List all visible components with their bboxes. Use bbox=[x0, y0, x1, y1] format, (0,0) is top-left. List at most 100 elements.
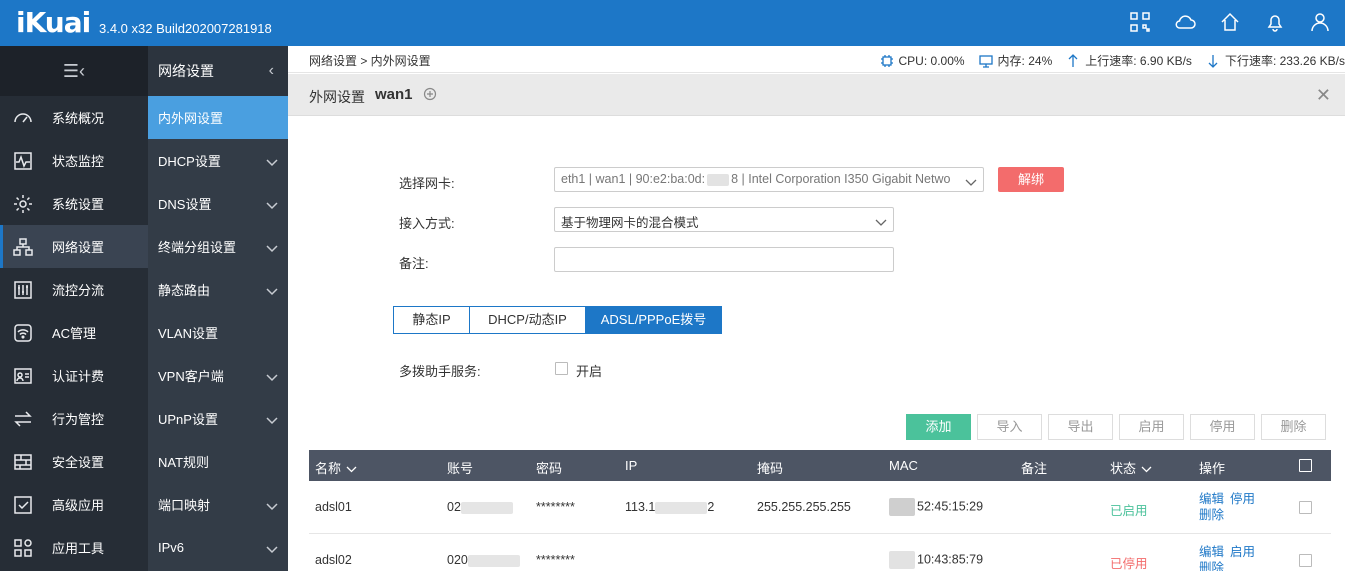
edit-link[interactable]: 编辑 bbox=[1199, 492, 1224, 506]
subnav-item-nat[interactable]: NAT规则 bbox=[148, 440, 288, 483]
subnav-item-lan-wan[interactable]: 内外网设置 bbox=[148, 96, 288, 139]
gear-icon bbox=[12, 193, 34, 215]
sidebar-item-security[interactable]: 安全设置 bbox=[0, 440, 148, 483]
remark-input[interactable] bbox=[554, 247, 894, 272]
subnav-item-label: 端口映射 bbox=[158, 498, 211, 513]
row-checkbox[interactable] bbox=[1299, 501, 1312, 514]
add-button[interactable]: 添加 bbox=[906, 414, 971, 440]
sidebar-item-ac[interactable]: AC管理 bbox=[0, 311, 148, 354]
subnav-item-label: DHCP设置 bbox=[158, 154, 221, 169]
subnav-item-vlan[interactable]: VLAN设置 bbox=[148, 311, 288, 354]
arrow-up-icon bbox=[1068, 53, 1078, 67]
delete-link[interactable]: 删除 bbox=[1199, 561, 1224, 571]
sidebar-item-monitor[interactable]: 状态监控 bbox=[0, 139, 148, 182]
mode-select[interactable]: 基于物理网卡的混合模式 bbox=[554, 207, 894, 232]
edit-link[interactable]: 编辑 bbox=[1199, 545, 1224, 559]
sidebar-item-label: AC管理 bbox=[52, 326, 97, 341]
sidebar-item-label: 网络设置 bbox=[52, 240, 105, 255]
chevron-left-icon[interactable]: ‹ bbox=[269, 62, 274, 80]
subnav-title: 网络设置 ‹ bbox=[148, 46, 288, 96]
multi-dial-label: 多拨助手服务: bbox=[399, 364, 481, 379]
arrow-down-icon bbox=[1208, 54, 1218, 68]
menu-collapse-icon[interactable]: ☰‹ bbox=[0, 46, 148, 96]
nic-label: 选择网卡: bbox=[399, 176, 455, 191]
adsl-table: 名称 账号 密码 IP 掩码 MAC 备注 状态 操作 adsl01 02 **… bbox=[309, 450, 1331, 571]
cell-mask: 255.255.255.255 bbox=[757, 500, 851, 514]
subnav-item-upnp[interactable]: UPnP设置 bbox=[148, 397, 288, 440]
mode-label: 接入方式: bbox=[399, 216, 455, 231]
bell-icon[interactable] bbox=[1264, 11, 1286, 33]
delete-link[interactable]: 删除 bbox=[1199, 508, 1224, 522]
status-badge: 已启用 bbox=[1110, 504, 1148, 518]
cloud-icon[interactable] bbox=[1174, 11, 1196, 33]
sliders-icon bbox=[12, 279, 34, 301]
import-button[interactable]: 导入 bbox=[977, 414, 1042, 440]
chevron-down-icon bbox=[266, 499, 278, 511]
subnav-item-terminal-group[interactable]: 终端分组设置 bbox=[148, 225, 288, 268]
row-checkbox[interactable] bbox=[1299, 554, 1312, 567]
ikuai-logo[interactable]: iKuai bbox=[16, 6, 91, 39]
firewall-icon bbox=[12, 451, 34, 473]
cell-account-text: 020 bbox=[447, 553, 468, 567]
col-name[interactable]: 名称 bbox=[315, 458, 357, 477]
col-password: 密码 bbox=[536, 461, 563, 476]
delete-button[interactable]: 删除 bbox=[1261, 414, 1326, 440]
tab-dhcp[interactable]: DHCP/动态IP bbox=[470, 306, 586, 334]
sidebar-item-label: 应用工具 bbox=[52, 541, 105, 556]
enable-button[interactable]: 启用 bbox=[1119, 414, 1184, 440]
unbind-button[interactable]: 解绑 bbox=[998, 167, 1064, 192]
subnav-item-port-mapping[interactable]: 端口映射 bbox=[148, 483, 288, 526]
sidebar-item-overview[interactable]: 系统概况 bbox=[0, 96, 148, 139]
sidebar-item-tools[interactable]: 应用工具 bbox=[0, 526, 148, 569]
user-icon[interactable] bbox=[1309, 11, 1331, 33]
mode-value: 基于物理网卡的混合模式 bbox=[561, 216, 699, 230]
tab-pppoe[interactable]: ADSL/PPPoE拨号 bbox=[586, 306, 722, 334]
monitor-icon bbox=[978, 54, 993, 68]
col-ops: 操作 bbox=[1199, 461, 1226, 476]
col-account: 账号 bbox=[447, 461, 474, 476]
table-header: 名称 账号 密码 IP 掩码 MAC 备注 状态 操作 bbox=[309, 450, 1331, 481]
export-button[interactable]: 导出 bbox=[1048, 414, 1113, 440]
subnav-item-vpn-client[interactable]: VPN客户端 bbox=[148, 354, 288, 397]
apps-icon[interactable] bbox=[1129, 11, 1151, 33]
memory-stat: 内存: 24% bbox=[978, 52, 1052, 69]
subnav-item-label: 静态路由 bbox=[158, 283, 211, 298]
multi-dial-checkbox[interactable] bbox=[555, 362, 568, 375]
cpu-stat: CPU: 0.00% bbox=[880, 52, 965, 69]
close-icon[interactable]: ✕ bbox=[1316, 86, 1331, 104]
sidebar-item-system[interactable]: 系统设置 bbox=[0, 182, 148, 225]
sidebar-item-label: 流控分流 bbox=[52, 283, 105, 298]
sidebar-item-flow[interactable]: 流控分流 bbox=[0, 268, 148, 311]
toggle-link[interactable]: 启用 bbox=[1230, 545, 1255, 559]
top-bar: iKuai 3.4.0 x32 Build202007281918 bbox=[0, 0, 1345, 46]
select-all-checkbox[interactable] bbox=[1299, 459, 1312, 472]
multi-dial-option: 开启 bbox=[576, 364, 603, 379]
dashboard-icon bbox=[12, 107, 34, 129]
cpu-value: CPU: 0.00% bbox=[898, 53, 965, 68]
subnav-item-dns[interactable]: DNS设置 bbox=[148, 182, 288, 225]
main-sidebar: ☰‹ 系统概况 状态监控 系统设置 网络设置 流控分流 AC管理 认证计费 行为… bbox=[0, 46, 148, 571]
redacted-mask bbox=[889, 498, 915, 516]
cell-ip: 113.1 2 bbox=[625, 500, 714, 514]
add-circle-icon[interactable] bbox=[423, 87, 437, 101]
sidebar-item-advanced[interactable]: 高级应用 bbox=[0, 483, 148, 526]
cell-ops: 编辑 启用 删除 bbox=[1199, 544, 1261, 571]
cell-name: adsl01 bbox=[315, 500, 352, 514]
subnav-item-dhcp[interactable]: DHCP设置 bbox=[148, 139, 288, 182]
home-icon[interactable] bbox=[1219, 11, 1241, 33]
subnav-item-static-route[interactable]: 静态路由 bbox=[148, 268, 288, 311]
nic-select[interactable]: eth1 | wan1 | 90:e2:ba:0d: 8 | Intel Corp… bbox=[554, 167, 984, 192]
cell-mac: 52:45:15:29 bbox=[889, 498, 983, 516]
sidebar-item-behavior[interactable]: 行为管控 bbox=[0, 397, 148, 440]
sidebar-item-network[interactable]: 网络设置 bbox=[0, 225, 148, 268]
sidebar-item-auth[interactable]: 认证计费 bbox=[0, 354, 148, 397]
cell-mac-text: 52:45:15:29 bbox=[917, 499, 984, 514]
disable-button[interactable]: 停用 bbox=[1190, 414, 1255, 440]
cpu-icon bbox=[880, 54, 893, 67]
tab-static-ip[interactable]: 静态IP bbox=[393, 306, 470, 334]
chevron-down-icon bbox=[266, 413, 278, 425]
toggle-link[interactable]: 停用 bbox=[1230, 492, 1255, 506]
col-status[interactable]: 状态 bbox=[1110, 458, 1152, 477]
nic-value-part1: eth1 | wan1 | 90:e2:ba:0d: bbox=[561, 172, 706, 186]
subnav-item-ipv6[interactable]: IPv6 bbox=[148, 526, 288, 569]
